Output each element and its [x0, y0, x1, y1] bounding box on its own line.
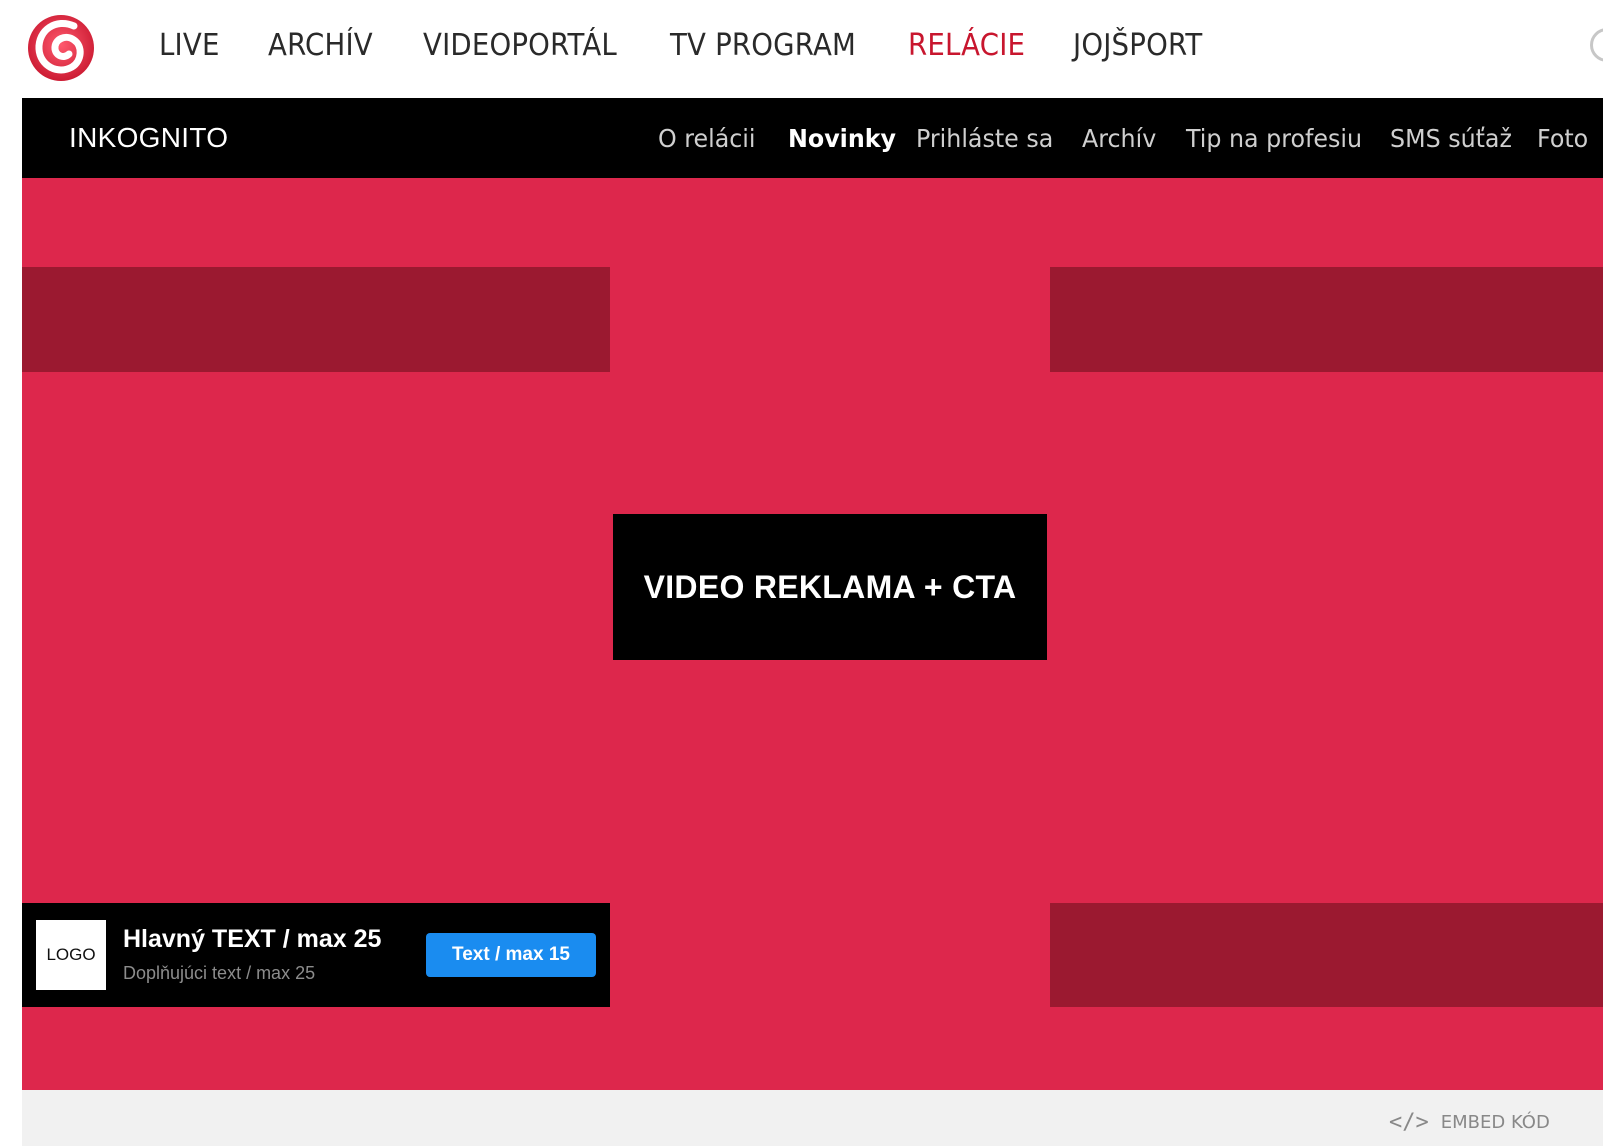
- nav-jojsport[interactable]: JOJŠPORT: [1073, 24, 1202, 68]
- banner-main-text: Hlavný TEXT / max 25: [123, 925, 382, 953]
- tab-tip-na-profesiu[interactable]: Tip na profesiu: [1186, 120, 1362, 158]
- nav-relacie[interactable]: RELÁCIE: [908, 24, 1025, 68]
- video-footer-bar: </> EMBED KÓD: [22, 1090, 1603, 1146]
- show-title[interactable]: INKOGNITO: [69, 118, 228, 158]
- ad-block-top-right: [1050, 267, 1603, 372]
- embed-code-label: EMBED KÓD: [1440, 1111, 1550, 1133]
- video-ad-box[interactable]: VIDEO REKLAMA + CTA: [613, 514, 1047, 660]
- show-navigation-bar: INKOGNITO O relácii Novinky Prihláste sa…: [22, 98, 1603, 178]
- code-icon: </>: [1389, 1109, 1429, 1135]
- tab-foto[interactable]: Foto: [1537, 120, 1588, 158]
- ad-block-top-left: [22, 267, 610, 372]
- video-ad-label: VIDEO REKLAMA + CTA: [643, 568, 1017, 605]
- nav-archiv[interactable]: ARCHÍV: [268, 24, 373, 68]
- tab-novinky[interactable]: Novinky: [788, 120, 896, 158]
- nav-live[interactable]: LIVE: [159, 24, 220, 68]
- top-navigation: LIVE ARCHÍV VIDEOPORTÁL TV PROGRAM RELÁC…: [0, 0, 1603, 98]
- ad-banner[interactable]: LOGO Hlavný TEXT / max 25 Doplňujúci tex…: [22, 903, 610, 1007]
- ad-placeholder-area: VIDEO REKLAMA + CTA LOGO Hlavný TEXT / m…: [22, 178, 1603, 1090]
- tab-sms-sutaz[interactable]: SMS súťaž: [1390, 120, 1512, 158]
- tab-archiv[interactable]: Archív: [1082, 120, 1156, 158]
- tab-o-relacii[interactable]: O relácii: [658, 120, 756, 158]
- banner-logo: LOGO: [36, 920, 106, 990]
- search-icon[interactable]: [1590, 28, 1603, 62]
- ad-block-bottom-right: [1050, 903, 1603, 1007]
- embed-code-button[interactable]: </> EMBED KÓD: [1389, 1108, 1550, 1136]
- nav-tv-program[interactable]: TV PROGRAM: [670, 24, 856, 68]
- tab-prihlaste-sa[interactable]: Prihláste sa: [916, 120, 1053, 158]
- joj-logo-icon[interactable]: [26, 12, 96, 82]
- nav-videoportal[interactable]: VIDEOPORTÁL: [423, 24, 617, 68]
- banner-sub-text: Doplňujúci text / max 25: [123, 963, 316, 983]
- banner-cta-button[interactable]: Text / max 15: [426, 933, 596, 977]
